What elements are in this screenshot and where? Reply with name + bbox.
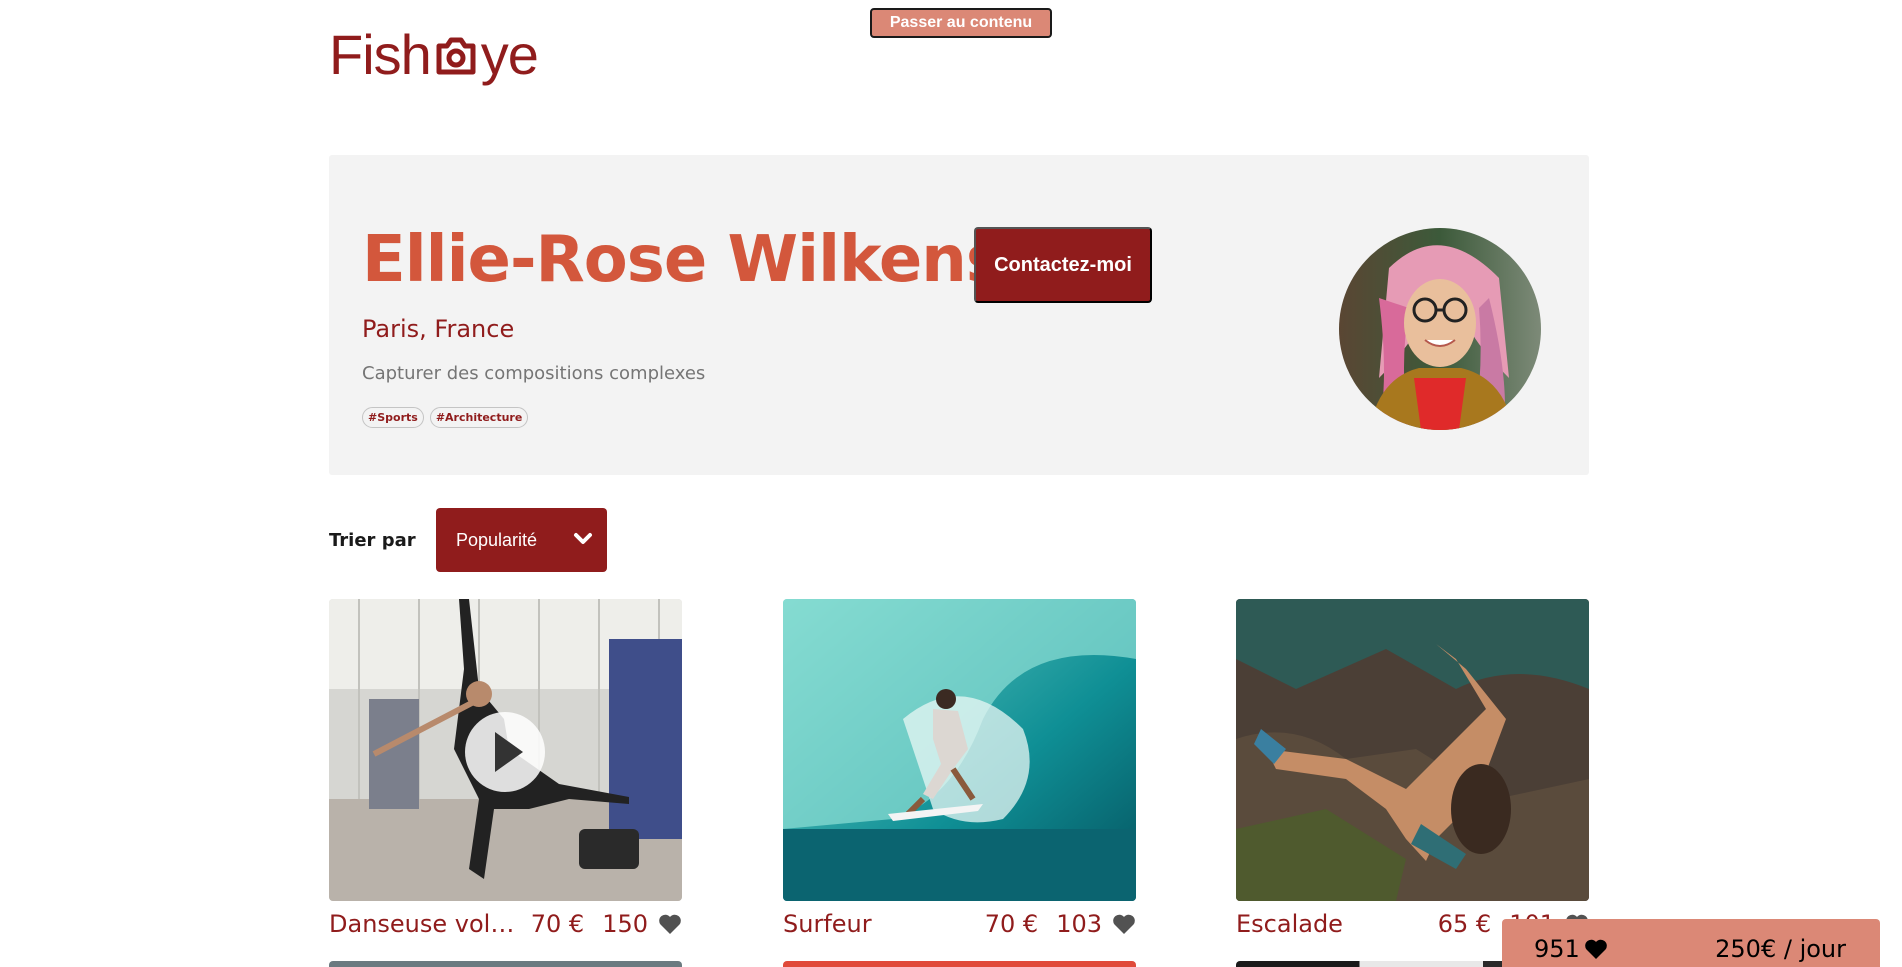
sort-label: Trier par: [329, 530, 416, 551]
media-price: 70 €: [984, 910, 1039, 938]
media-price: 70 €: [530, 910, 585, 938]
media-title: Escalade: [1236, 910, 1343, 938]
tag-list: #Sports #Architecture: [362, 407, 529, 428]
media-price: 65 €: [1437, 910, 1492, 938]
photographer-name: Ellie-Rose Wilkens: [362, 223, 1004, 297]
logo-text-prefix: Fish: [329, 23, 432, 86]
tag-architecture[interactable]: #Architecture: [429, 407, 529, 428]
total-likes-count: 951: [1534, 935, 1580, 963]
chevron-down-icon: [574, 533, 592, 544]
media-title: Surfeur: [783, 910, 872, 938]
photographer-header: Ellie-Rose Wilkens Paris, France Capture…: [329, 155, 1589, 475]
sort-dropdown[interactable]: Popularité: [436, 508, 607, 572]
media-card: Escalade 65 € 101: [1236, 599, 1589, 938]
media-title: Danseuse volante: [329, 910, 515, 938]
logo-text-suffix: ye: [480, 23, 539, 86]
media-thumbnail[interactable]: [329, 961, 682, 967]
media-thumbnail[interactable]: [1236, 599, 1589, 901]
media-info: Surfeur 70 € 103: [783, 910, 1136, 938]
tag-sports[interactable]: #Sports: [362, 407, 424, 428]
photographer-tagline: Capturer des compositions complexes: [362, 363, 706, 384]
media-thumbnail[interactable]: [329, 599, 682, 901]
heart-icon[interactable]: [658, 913, 682, 935]
skip-to-content-link[interactable]: Passer au contenu: [870, 8, 1052, 38]
play-icon[interactable]: [463, 710, 547, 794]
sort-selected-value: Popularité: [456, 529, 538, 550]
daily-rate: 250€ / jour: [1715, 935, 1846, 963]
camera-icon: [436, 37, 476, 75]
media-likes: 103: [1056, 910, 1102, 938]
photographer-location: Paris, France: [362, 315, 515, 343]
media-card: Surfeur 70 € 103: [783, 599, 1136, 938]
heart-icon: [1585, 939, 1607, 959]
photographer-avatar: [1339, 228, 1541, 430]
page: Passer au contenu Fish ye Ellie-Rose Wil…: [0, 0, 1902, 967]
fisheye-logo[interactable]: Fish ye: [329, 22, 539, 88]
media-thumbnail[interactable]: [783, 599, 1136, 901]
media-thumbnail[interactable]: [783, 961, 1136, 967]
media-card: Danseuse volante 70 € 150: [329, 599, 682, 938]
stats-bar: 951 250€ / jour: [1502, 919, 1880, 967]
total-likes: 951: [1534, 935, 1608, 963]
contact-button[interactable]: Contactez-moi: [974, 227, 1152, 303]
media-likes: 150: [602, 910, 648, 938]
media-info: Danseuse volante 70 € 150: [329, 910, 682, 938]
heart-icon[interactable]: [1112, 913, 1136, 935]
